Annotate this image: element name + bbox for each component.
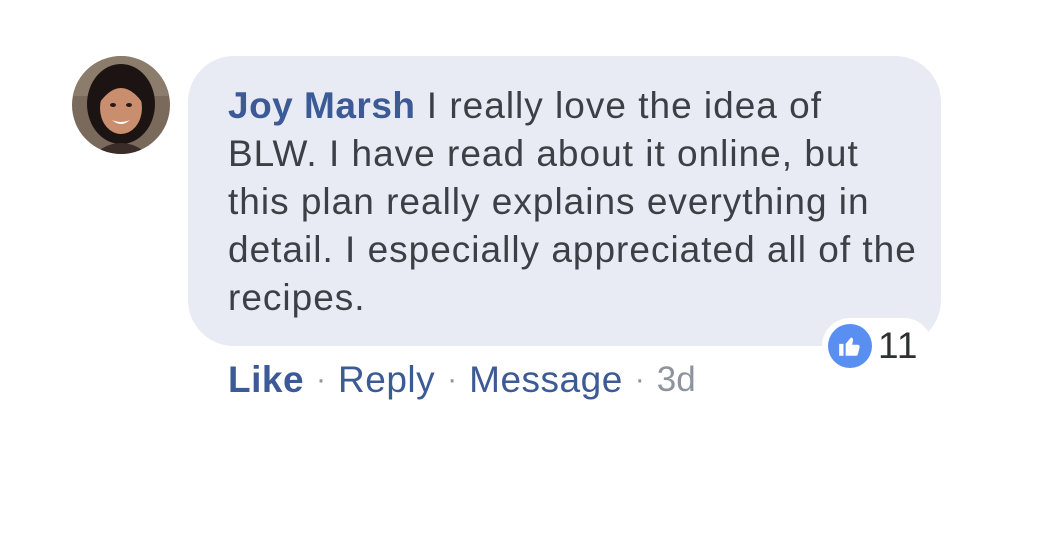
avatar-image bbox=[72, 56, 170, 154]
like-button[interactable]: Like bbox=[228, 356, 304, 404]
comment-timestamp[interactable]: 3d bbox=[657, 356, 696, 404]
separator: · bbox=[634, 363, 645, 396]
comment-body: Joy Marsh I really love the idea of BLW.… bbox=[228, 82, 921, 322]
avatar[interactable] bbox=[72, 56, 170, 154]
comment-actions: Like · Reply · Message · 3d bbox=[228, 356, 696, 404]
reply-button[interactable]: Reply bbox=[338, 356, 435, 404]
message-button[interactable]: Message bbox=[469, 356, 623, 404]
comment-author[interactable]: Joy Marsh bbox=[228, 85, 416, 126]
separator: · bbox=[316, 363, 327, 396]
comment-bubble: Joy Marsh I really love the idea of BLW.… bbox=[188, 56, 941, 346]
separator: · bbox=[447, 363, 458, 396]
reaction-count: 11 bbox=[878, 325, 919, 366]
thumbs-up-icon bbox=[828, 324, 872, 368]
reaction-summary[interactable]: 11 bbox=[822, 318, 933, 374]
